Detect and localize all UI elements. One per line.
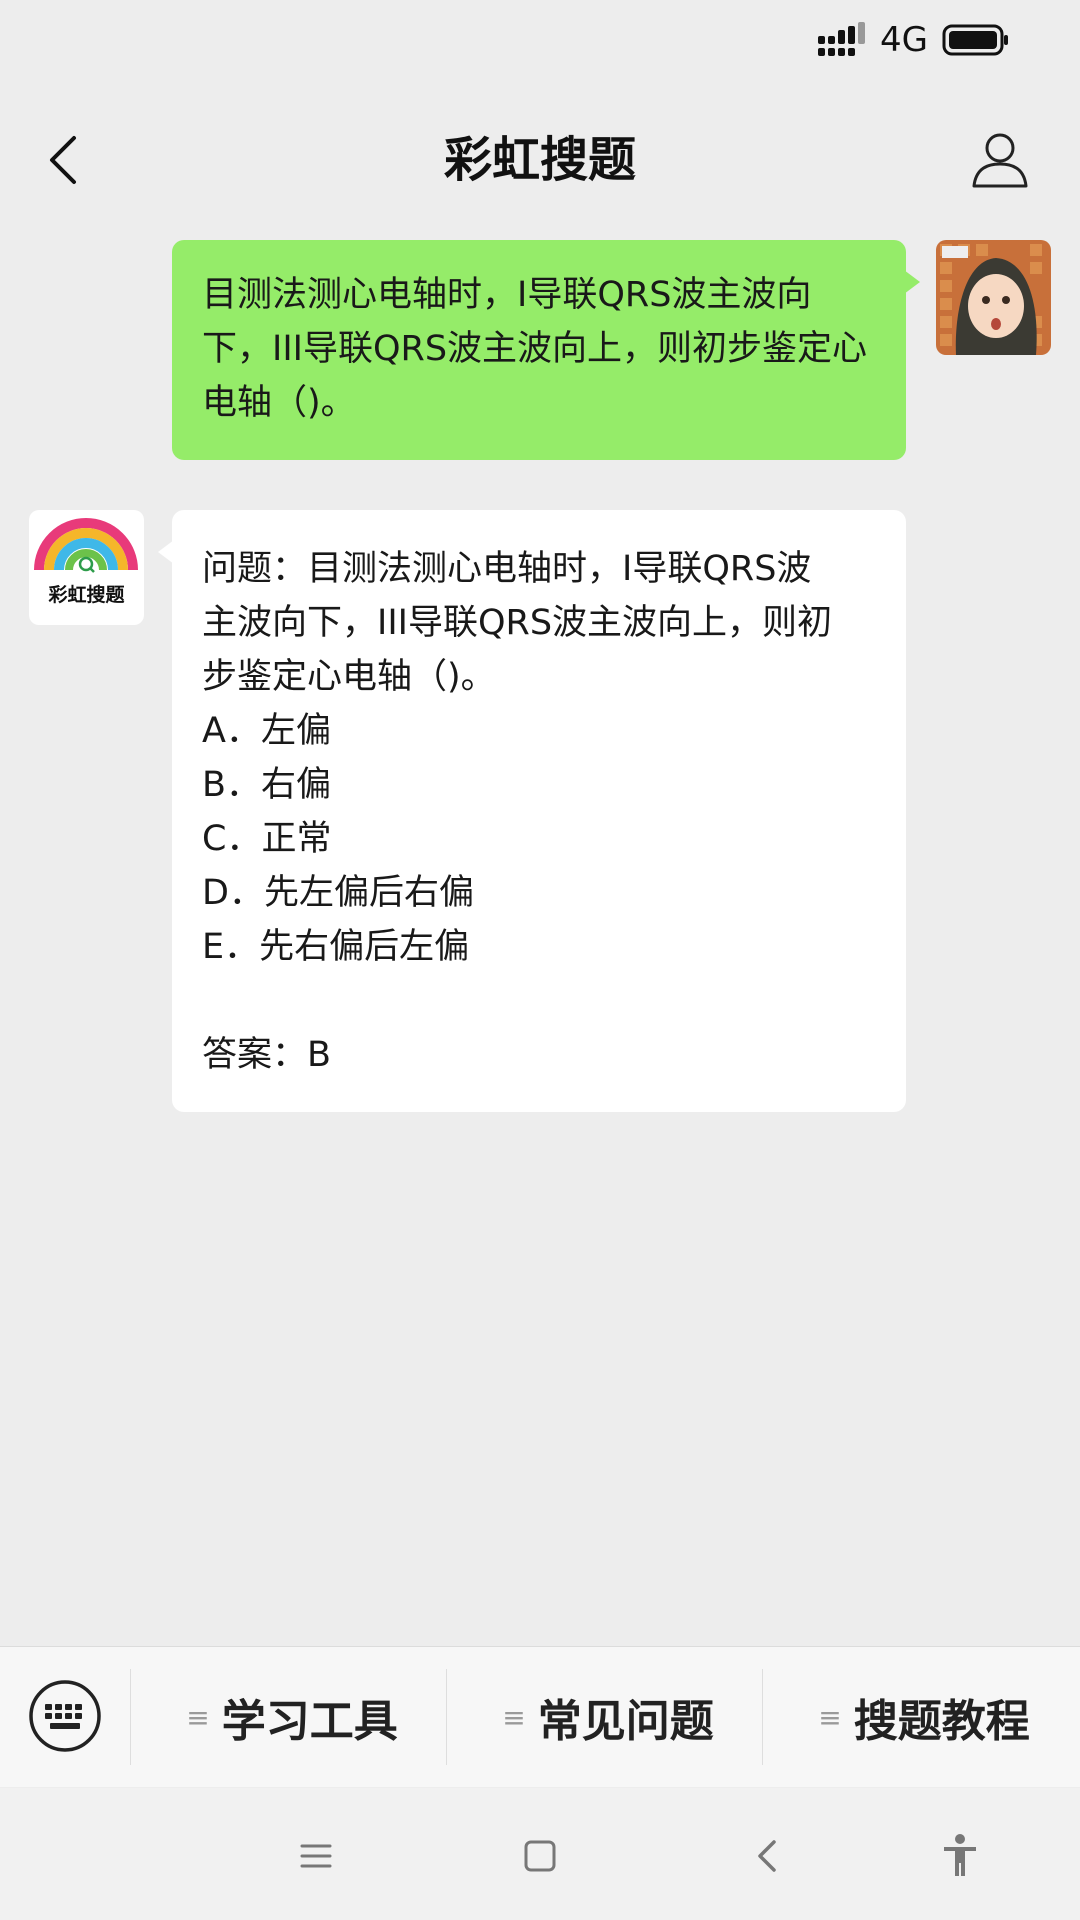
back-arrow-icon[interactable] [742, 1830, 794, 1882]
menu-lines-icon: ≡ [818, 1700, 842, 1734]
battery-icon [942, 24, 1008, 56]
question-line: 问题：目测法测心电轴时，I导联QRS波 [202, 549, 812, 589]
avatar[interactable] [936, 240, 1051, 355]
bot-avatar-label: 彩虹搜题 [48, 584, 125, 606]
user-message-text: 目测法测心电轴时，I导联QRS波主波向下，III导联QRS波主波向上，则初步鉴定… [202, 275, 868, 423]
menu-lines-icon: ≡ [502, 1700, 526, 1734]
option-e: E．先右偏后左偏 [202, 927, 470, 967]
question-line: 步鉴定心电轴（)。 [202, 657, 496, 697]
bot-avatar[interactable]: 彩虹搜题 [29, 510, 144, 625]
menu-divider [762, 1669, 763, 1765]
menu-item-study-tools[interactable]: ≡ 学习工具 [134, 1647, 450, 1787]
option-d: D．先左偏后右偏 [202, 873, 474, 913]
question-line: 主波向下，III导联QRS波主波向上，则初 [202, 603, 833, 643]
home-icon[interactable] [514, 1830, 566, 1882]
network-type-label: 4G [880, 20, 928, 60]
menu-item-label: 搜题教程 [853, 1696, 1030, 1747]
rainbow-logo-icon [34, 518, 138, 573]
option-c: C．正常 [202, 819, 332, 859]
menu-divider [130, 1669, 131, 1765]
option-b: B．右偏 [202, 765, 332, 805]
menu-bar: ≡ 学习工具 ≡ 常见问题 ≡ 搜题教程 [0, 1646, 1080, 1787]
menu-divider [446, 1669, 447, 1765]
page-title: 彩虹搜题 [443, 132, 636, 188]
profile-icon[interactable] [968, 128, 1032, 192]
menu-item-label: 学习工具 [221, 1696, 398, 1747]
status-bar: 4G [0, 0, 1080, 84]
bot-message-bubble[interactable]: 问题：目测法测心电轴时，I导联QRS波 主波向下，III导联QRS波主波向上，则… [158, 510, 906, 1112]
option-a: A．左偏 [202, 711, 331, 751]
menu-item-label: 常见问题 [537, 1696, 714, 1747]
menu-icon[interactable] [290, 1830, 342, 1882]
child-photo-avatar [936, 240, 1051, 355]
system-nav-bar [0, 1788, 1080, 1920]
menu-lines-icon: ≡ [186, 1700, 210, 1734]
signal-icon [818, 22, 865, 56]
answer-text: 答案：B [202, 1035, 332, 1075]
nav-bar: 彩虹搜题 [0, 100, 1080, 220]
menu-item-faq[interactable]: ≡ 常见问题 [450, 1647, 766, 1787]
keyboard-icon[interactable] [28, 1679, 102, 1753]
menu-item-search-tutorial[interactable]: ≡ 搜题教程 [766, 1647, 1080, 1787]
user-message-bubble[interactable]: 目测法测心电轴时，I导联QRS波主波向下，III导联QRS波主波向上，则初步鉴定… [172, 240, 920, 460]
accessibility-icon[interactable] [934, 1830, 986, 1882]
